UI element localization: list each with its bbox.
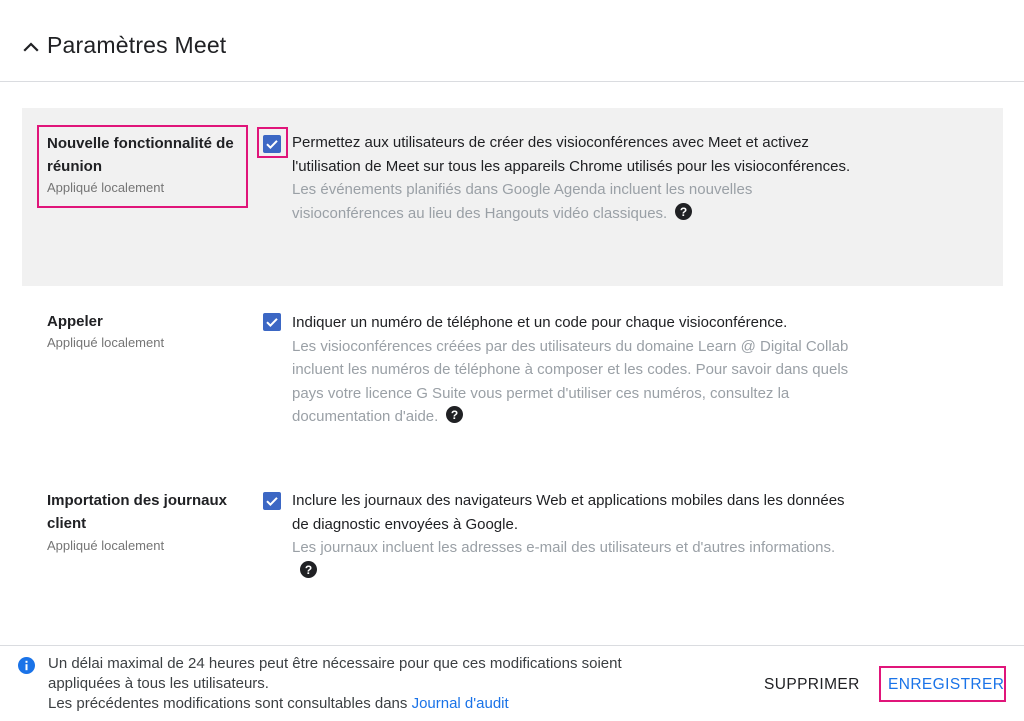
dial-in-checkbox[interactable] (263, 313, 281, 331)
setting-description: Permettez aux utilisateurs de créer des … (292, 131, 852, 225)
setting-scope: Appliqué localement (47, 180, 165, 195)
setting-name: Importation des journaux client (47, 492, 228, 532)
client-logs-checkbox[interactable] (263, 492, 281, 510)
meeting-feature-checkbox[interactable] (263, 135, 281, 153)
checkmark-icon (266, 140, 278, 150)
setting-description: Inclure les journaux des navigateurs Web… (292, 489, 852, 583)
setting-name: Nouvelle fonctionnalité de réunion (47, 135, 234, 175)
svg-text:?: ? (451, 408, 458, 422)
svg-text:?: ? (680, 204, 687, 218)
help-circle-icon[interactable]: ? (300, 560, 317, 578)
info-line: Les précédentes modifications sont consu… (48, 695, 408, 712)
detail-text: Les journaux incluent les adresses e-mai… (292, 539, 836, 556)
setting-description: Indiquer un numéro de téléphone et un co… (292, 311, 852, 429)
setting-row-meeting-feature: Nouvelle fonctionnalité de réunion Appli… (22, 108, 1003, 286)
help-circle-icon[interactable]: ? (446, 406, 464, 423)
chevron-up-icon[interactable] (22, 38, 40, 56)
delete-button[interactable]: SUPPRIMER (764, 676, 860, 694)
svg-text:?: ? (305, 562, 312, 576)
setting-name: Appeler (47, 313, 103, 330)
description-text: Permettez aux utilisateurs de créer des … (292, 134, 851, 175)
help-circle-icon[interactable]: ? (675, 202, 693, 220)
audit-log-link[interactable]: Journal d'audit (412, 695, 509, 712)
setting-row-client-logs: Importation des journaux client Appliqué… (22, 478, 1003, 608)
info-message: Un délai maximal de 24 heures peut être … (48, 654, 688, 714)
save-button[interactable]: ENREGISTRER (888, 676, 1004, 694)
info-line: Un délai maximal de 24 heures peut être … (48, 655, 622, 692)
setting-scope: Appliqué localement (47, 335, 165, 350)
detail-text: Les visioconférences créées par des util… (292, 337, 849, 426)
description-text: Inclure les journaux des navigateurs Web… (292, 492, 845, 533)
checkmark-icon (266, 497, 278, 507)
checkmark-icon (266, 318, 278, 328)
setting-row-dial-in: Appeler Appliqué localement Indiquer un … (22, 300, 1003, 450)
description-text: Indiquer un numéro de téléphone et un co… (292, 314, 788, 331)
page-title: Paramètres Meet (47, 32, 227, 58)
setting-scope: Appliqué localement (47, 538, 165, 553)
section-header: Paramètres Meet (0, 0, 1024, 82)
footer-bar: Un délai maximal de 24 heures peut être … (0, 645, 1024, 721)
info-circle-icon (18, 657, 35, 674)
